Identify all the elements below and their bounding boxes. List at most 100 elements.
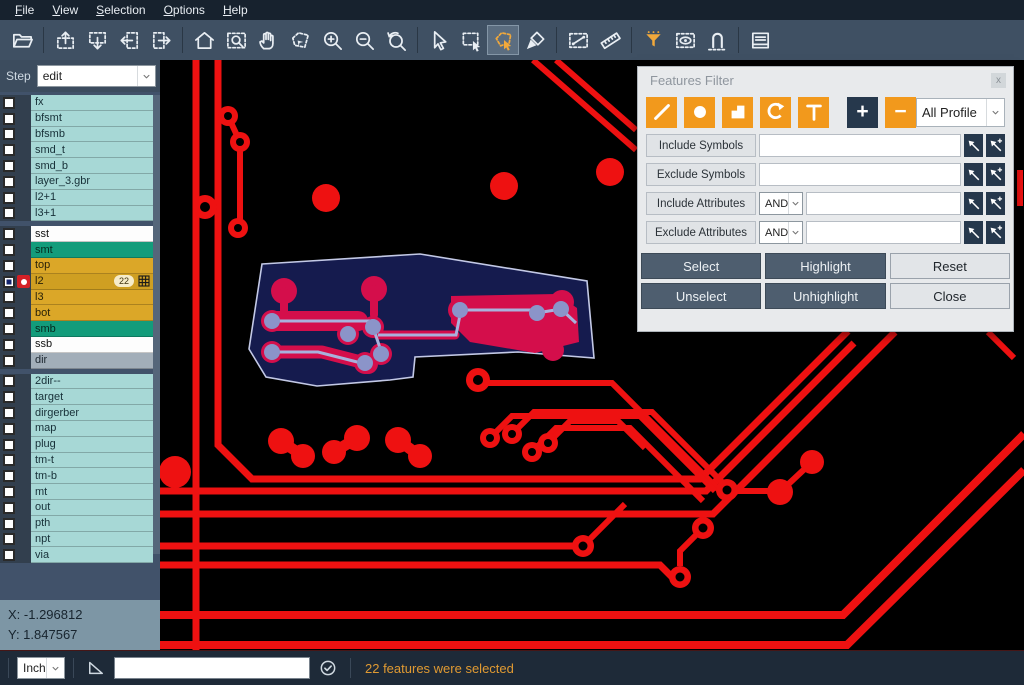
layer-name-cell[interactable]: out	[31, 500, 153, 516]
command-input[interactable]	[114, 657, 310, 679]
layer-checkbox-ssb[interactable]	[3, 339, 15, 351]
layer-name-cell[interactable]: via	[31, 547, 153, 563]
zoom-polygon-button[interactable]	[284, 25, 316, 55]
profile-select[interactable]: All Profile	[916, 98, 1005, 127]
layer-list-scrollbar[interactable]	[153, 95, 160, 554]
select-rect-button[interactable]	[455, 25, 487, 55]
layer-name-cell[interactable]: l222	[31, 274, 153, 290]
pick-arrow-button[interactable]	[964, 192, 983, 215]
layer-name-cell[interactable]: ssb	[31, 337, 153, 353]
select-button[interactable]: Select	[641, 253, 761, 279]
layer-row-smt[interactable]: smt	[0, 242, 153, 258]
layer-checkbox-sst[interactable]	[3, 228, 15, 240]
layer-row-dir[interactable]: dir	[0, 353, 153, 369]
layer-row-map[interactable]: map	[0, 421, 153, 437]
layer-checkbox-plug[interactable]	[3, 439, 15, 451]
layer-name-cell[interactable]: map	[31, 421, 153, 437]
layer-name-cell[interactable]: dir	[31, 353, 153, 369]
close-button[interactable]: Close	[890, 283, 1010, 309]
layer-checkbox-l2+1[interactable]	[3, 192, 15, 204]
grid-icon[interactable]	[138, 275, 150, 287]
units-select[interactable]: Inch	[17, 657, 65, 679]
layer-checkbox-mt[interactable]	[3, 486, 15, 498]
layer-checkbox-npt[interactable]	[3, 533, 15, 545]
exclude-attributes-input[interactable]	[806, 221, 961, 244]
pan-right-button[interactable]	[145, 25, 177, 55]
layer-row-via[interactable]: via	[0, 547, 153, 563]
layer-name-cell[interactable]: smt	[31, 242, 153, 258]
shape-surface-filter-button[interactable]	[722, 97, 753, 128]
layer-name-cell[interactable]: l3+1	[31, 206, 153, 222]
shape-pad-filter-button[interactable]	[684, 97, 715, 128]
layer-row-2dir--[interactable]: 2dir--	[0, 374, 153, 390]
layer-checkbox-layer_3.gbr[interactable]	[3, 176, 15, 188]
layer-row-smb[interactable]: smb	[0, 321, 153, 337]
layer-checkbox-bfsmb[interactable]	[3, 128, 15, 140]
layer-row-l2+1[interactable]: l2+1	[0, 190, 153, 206]
layer-checkbox-l3+1[interactable]	[3, 207, 15, 219]
measure-distance-button[interactable]	[562, 25, 594, 55]
pick-arrow-button[interactable]	[964, 221, 983, 244]
layer-name-cell[interactable]: smb	[31, 321, 153, 337]
layer-name-cell[interactable]: pth	[31, 516, 153, 532]
highlight-button[interactable]: Highlight	[765, 253, 885, 279]
layer-name-cell[interactable]: dirgerber	[31, 405, 153, 421]
layer-row-bot[interactable]: bot	[0, 305, 153, 321]
unselect-button[interactable]: Unselect	[641, 283, 761, 309]
shape-text-filter-button[interactable]	[798, 97, 829, 128]
dialog-title-bar[interactable]: Features Filter	[638, 67, 1013, 93]
layer-name-cell[interactable]: fx	[31, 95, 153, 111]
zoom-out-button[interactable]	[348, 25, 380, 55]
operator-select[interactable]: AND	[759, 221, 803, 244]
layer-row-bfsmt[interactable]: bfsmt	[0, 111, 153, 127]
layer-row-l2[interactable]: l222	[0, 274, 153, 290]
layer-checkbox-tm-t[interactable]	[3, 454, 15, 466]
step-select[interactable]: edit	[37, 65, 156, 87]
layer-checkbox-fx[interactable]	[3, 97, 15, 109]
zoom-in-button[interactable]	[316, 25, 348, 55]
layer-row-l3[interactable]: l3	[0, 290, 153, 306]
layer-row-sst[interactable]: sst	[0, 226, 153, 242]
layer-name-cell[interactable]: bot	[31, 305, 153, 321]
layer-row-npt[interactable]: npt	[0, 532, 153, 548]
pick-arrow-plus-button[interactable]	[986, 221, 1005, 244]
layer-row-target[interactable]: target	[0, 389, 153, 405]
layer-name-cell[interactable]: sst	[31, 226, 153, 242]
layer-checkbox-via[interactable]	[3, 549, 15, 561]
zoom-previous-button[interactable]	[380, 25, 412, 55]
menu-item-options[interactable]: Options	[155, 0, 214, 20]
layer-row-plug[interactable]: plug	[0, 437, 153, 453]
menu-item-view[interactable]: View	[43, 0, 87, 20]
layer-checkbox-l3[interactable]	[3, 291, 15, 303]
layer-row-l3+1[interactable]: l3+1	[0, 206, 153, 222]
pick-arrow-button[interactable]	[964, 134, 983, 157]
layer-checkbox-pth[interactable]	[3, 518, 15, 530]
layers-panel-button[interactable]	[744, 25, 776, 55]
open-folder-button[interactable]	[6, 25, 38, 55]
include-attributes-input[interactable]	[806, 192, 961, 215]
layer-name-cell[interactable]: smd_b	[31, 158, 153, 174]
exclude-symbols-button[interactable]: Exclude Symbols	[646, 163, 756, 186]
layer-checkbox-dir[interactable]	[3, 355, 15, 367]
layer-row-top[interactable]: top	[0, 258, 153, 274]
layer-checkbox-smb[interactable]	[3, 323, 15, 335]
pick-arrow-button[interactable]	[964, 163, 983, 186]
sync-check-icon[interactable]	[318, 658, 338, 678]
pan-down-button[interactable]	[81, 25, 113, 55]
layer-name-cell[interactable]: smd_t	[31, 142, 153, 158]
operator-select[interactable]: AND	[759, 192, 803, 215]
reset-button[interactable]: Reset	[890, 253, 1010, 279]
layer-checkbox-smt[interactable]	[3, 244, 15, 256]
add-filter-button[interactable]: +	[847, 97, 878, 128]
layer-name-cell[interactable]: layer_3.gbr	[31, 174, 153, 190]
layer-checkbox-bot[interactable]	[3, 307, 15, 319]
layer-row-out[interactable]: out	[0, 500, 153, 516]
layer-row-smd_b[interactable]: smd_b	[0, 158, 153, 174]
menu-item-file[interactable]: File	[6, 0, 43, 20]
pan-left-button[interactable]	[113, 25, 145, 55]
layer-checkbox-tm-b[interactable]	[3, 470, 15, 482]
menu-item-help[interactable]: Help	[214, 0, 257, 20]
layer-checkbox-out[interactable]	[3, 502, 15, 514]
layer-row-dirgerber[interactable]: dirgerber	[0, 405, 153, 421]
exclude-symbols-input[interactable]	[759, 163, 961, 186]
